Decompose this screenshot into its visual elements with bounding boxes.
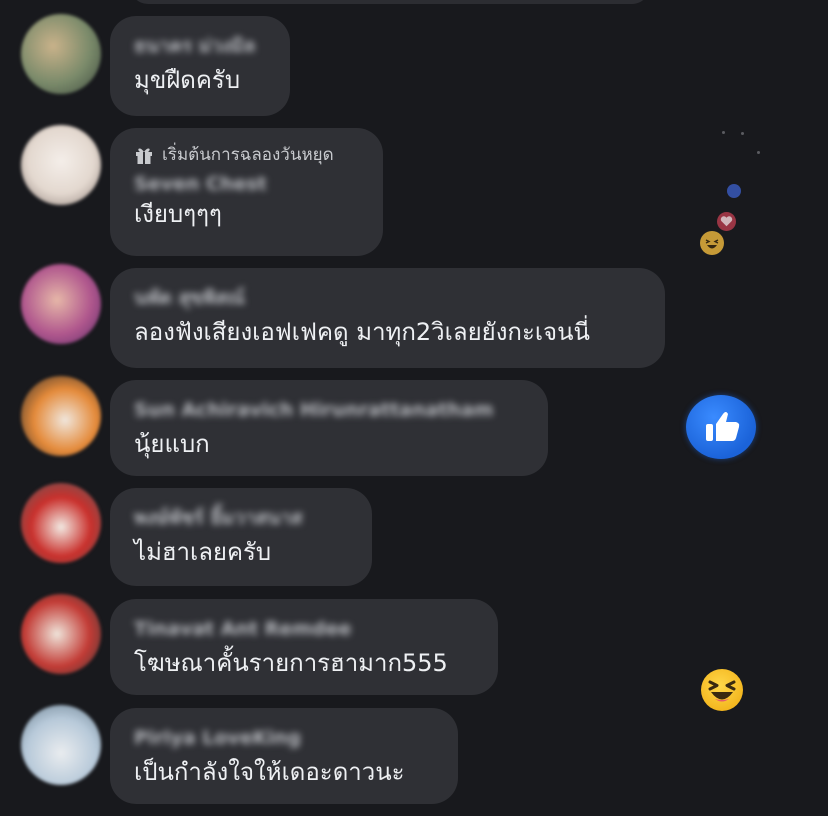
comment-text: โฆษณาคั้นรายการฮามาก555	[134, 649, 448, 677]
avatar[interactable]	[21, 483, 101, 563]
commenter-name[interactable]: Piriya LoveKing	[134, 724, 434, 752]
comment-bubble[interactable]: พงษ์พัชร์ ยิ้มวาสนาส ไม่ฮาเลยครับ	[110, 488, 372, 586]
commenter-name[interactable]: นพัด สุขพิสณ์	[134, 284, 641, 312]
comment-bubble[interactable]: นพัด สุขพิสณ์ ลองฟังเสียงเอฟเฟคดู มาทุก2…	[110, 268, 665, 368]
commenter-name[interactable]: Tinavat Ant Remdee	[134, 615, 474, 643]
previous-comment-bubble-edge	[130, 0, 650, 4]
heart-glyph	[720, 216, 733, 227]
like-icon	[686, 395, 756, 459]
commenter-name[interactable]: Sun Achiravich Hirunrattanatham	[134, 396, 524, 424]
comment-bubble[interactable]: Sun Achiravich Hirunrattanatham นุ้ยแบก	[110, 380, 548, 476]
holiday-badge: เริ่มต้นการฉลองวันหยุด	[134, 142, 359, 168]
reaction-particle	[757, 151, 760, 154]
avatar[interactable]	[21, 14, 101, 94]
comment-bubble[interactable]: เริ่มต้นการฉลองวันหยุด Seven Chest เงียบ…	[110, 128, 383, 256]
thumbs-up-glyph	[706, 412, 740, 441]
haha-icon	[700, 231, 724, 255]
commenter-name[interactable]: Seven Chest	[134, 170, 359, 198]
commenter-name[interactable]: พงษ์พัชร์ ยิ้มวาสนาส	[134, 504, 348, 532]
avatar[interactable]	[21, 594, 101, 674]
comment-bubble[interactable]: Tinavat Ant Remdee โฆษณาคั้นรายการฮามาก5…	[110, 599, 498, 695]
comment-bubble[interactable]: ธนาคร ม่วงมิล มุขฝืดครับ	[110, 16, 290, 116]
comment-text: นุ้ยแบก	[134, 430, 210, 458]
badge-label: เริ่มต้นการฉลองวันหยุด	[162, 145, 334, 165]
haha-face	[705, 239, 719, 249]
comment-text: ลองฟังเสียงเอฟเฟคดู มาทุก2วิเลยยังกะเจนน…	[134, 318, 590, 346]
commenter-name[interactable]: ธนาคร ม่วงมิล	[134, 32, 266, 60]
reaction-particle	[741, 132, 744, 135]
reaction-particle	[722, 131, 725, 134]
comment-bubble[interactable]: Piriya LoveKing เป็นกำลังใจให้เดอะดาวนะ	[110, 708, 458, 804]
comment-text: ไม่ฮาเลยครับ	[134, 538, 272, 566]
comment-text: เป็นกำลังใจให้เดอะดาวนะ	[134, 758, 405, 786]
avatar[interactable]	[21, 125, 101, 205]
haha-face	[708, 680, 736, 702]
avatar[interactable]	[21, 376, 101, 456]
gift-icon	[136, 148, 152, 164]
haha-icon	[701, 669, 743, 711]
like-icon	[727, 184, 741, 198]
avatar[interactable]	[21, 705, 101, 785]
heart-icon	[717, 212, 736, 231]
comment-text: มุขฝืดครับ	[134, 66, 241, 94]
avatar[interactable]	[21, 264, 101, 344]
comment-text: เงียบๆๆๆ	[134, 200, 222, 228]
